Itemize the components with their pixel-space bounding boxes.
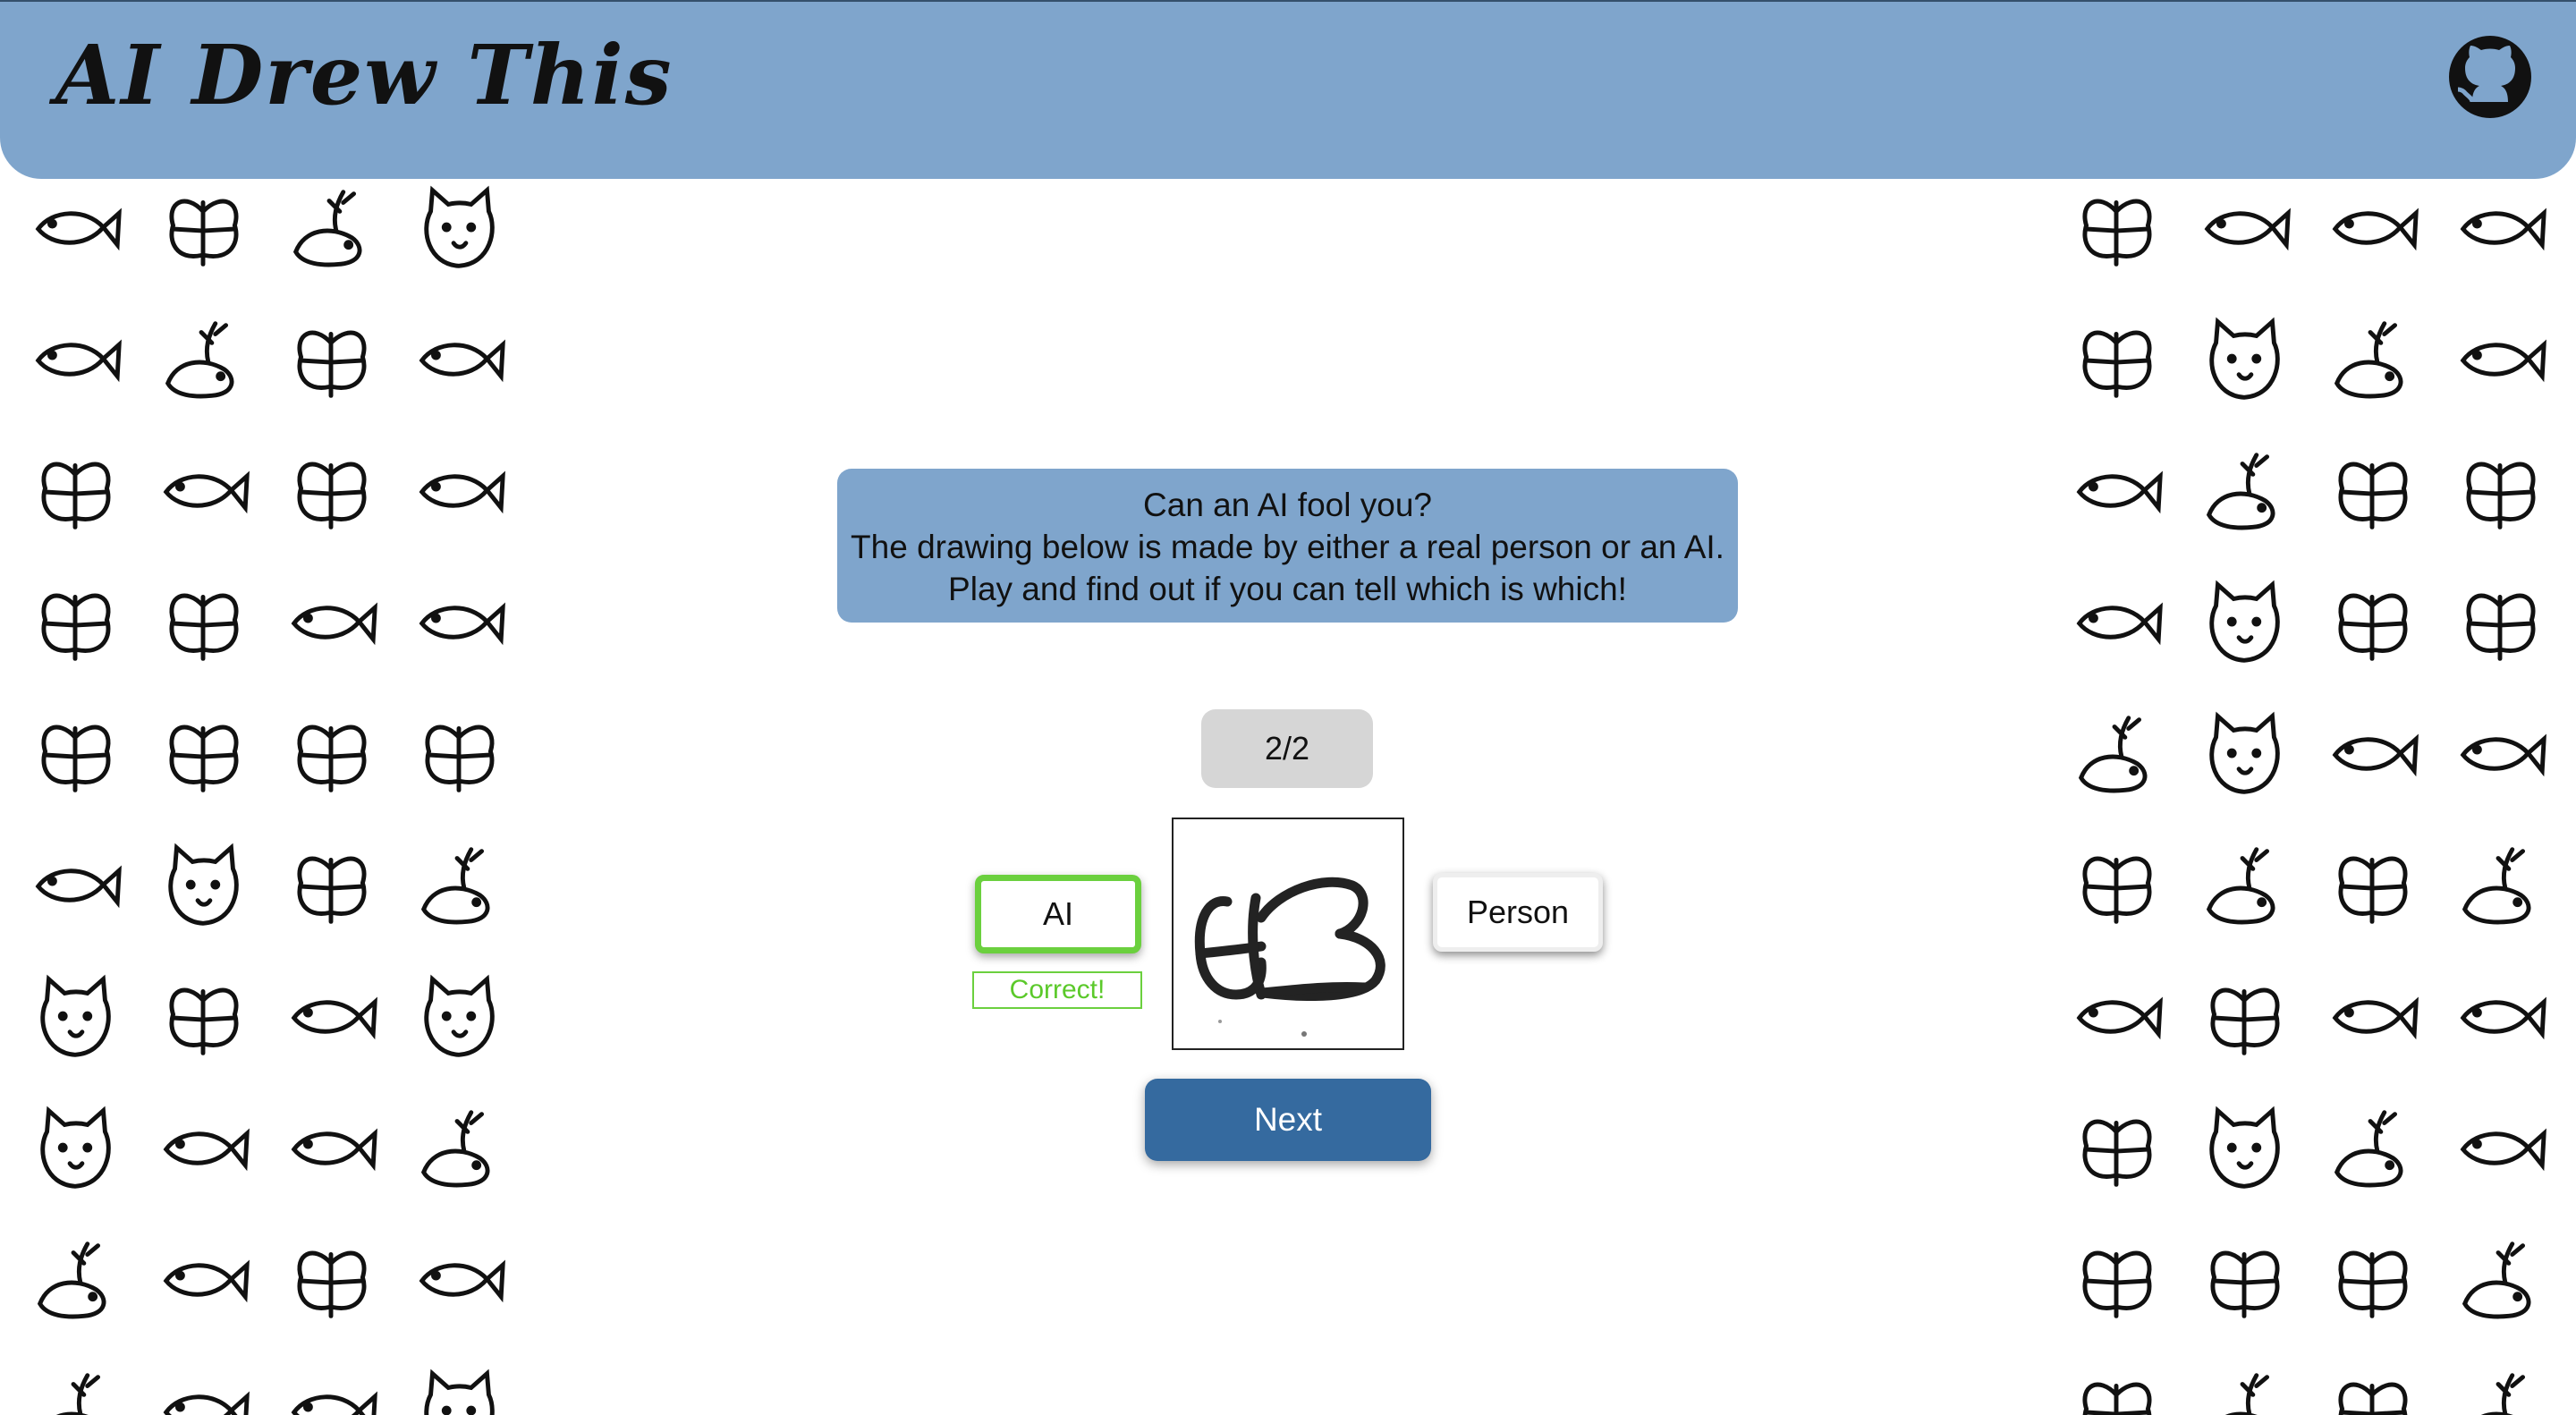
butterfly-doodle xyxy=(2063,1359,2170,1415)
intro-line: Can an AI fool you? xyxy=(1143,487,1432,523)
bird-doodle xyxy=(2063,701,2170,809)
butterfly-doodle xyxy=(21,438,129,546)
cat-doodle xyxy=(2190,307,2298,414)
bird-doodle xyxy=(2190,833,2298,940)
fish-doodle xyxy=(149,438,257,546)
fish-doodle xyxy=(277,1359,385,1415)
fish-doodle xyxy=(2446,1096,2554,1203)
cat-doodle xyxy=(2190,570,2298,677)
butterfly-doodle xyxy=(2063,307,2170,414)
butterfly-doodle xyxy=(2190,964,2298,1072)
fish-doodle xyxy=(2318,964,2426,1072)
cat-doodle xyxy=(405,1359,513,1415)
fish-doodle xyxy=(2063,964,2170,1072)
bird-doodle xyxy=(149,307,257,414)
app-title: AI Drew This xyxy=(55,27,674,123)
butterfly-doodle xyxy=(21,701,129,809)
fish-doodle xyxy=(277,1096,385,1203)
ai-button[interactable]: AI xyxy=(975,875,1141,953)
butterfly-doodle xyxy=(21,570,129,677)
fish-doodle xyxy=(149,1096,257,1203)
cat-doodle xyxy=(21,964,129,1072)
fish-doodle xyxy=(2446,964,2554,1072)
butterfly-doodle xyxy=(2063,175,2170,283)
cat-doodle xyxy=(149,833,257,940)
intro-line: The drawing below is made by either a re… xyxy=(851,529,1724,565)
butterfly-doodle xyxy=(277,1227,385,1335)
butterfly-doodle xyxy=(277,833,385,940)
next-button[interactable]: Next xyxy=(1145,1079,1431,1161)
butterfly-doodle xyxy=(2063,1096,2170,1203)
fish-doodle xyxy=(405,570,513,677)
cat-doodle xyxy=(2190,1096,2298,1203)
cat-doodle xyxy=(2190,701,2298,809)
fish-doodle xyxy=(21,307,129,414)
bird-doodle xyxy=(405,1096,513,1203)
app-header: AI Drew This xyxy=(0,0,2576,179)
butterfly-drawing xyxy=(1194,877,1385,1037)
fish-doodle xyxy=(405,438,513,546)
fish-doodle xyxy=(2446,307,2554,414)
fish-doodle xyxy=(149,1359,257,1415)
github-icon[interactable] xyxy=(2445,32,2535,122)
bird-doodle xyxy=(21,1359,129,1415)
fish-doodle xyxy=(2318,175,2426,283)
bird-doodle xyxy=(405,833,513,940)
fish-doodle xyxy=(21,833,129,940)
drawing-canvas xyxy=(1172,818,1404,1050)
fish-doodle xyxy=(277,570,385,677)
butterfly-doodle xyxy=(2063,833,2170,940)
butterfly-doodle xyxy=(277,307,385,414)
butterfly-doodle xyxy=(2063,1227,2170,1335)
fish-doodle xyxy=(2318,701,2426,809)
butterfly-doodle xyxy=(2318,1227,2426,1335)
fish-doodle xyxy=(2446,175,2554,283)
fish-doodle xyxy=(2190,175,2298,283)
bird-doodle xyxy=(2446,1359,2554,1415)
bird-doodle xyxy=(2446,1227,2554,1335)
doodle-column-left xyxy=(21,175,540,1415)
butterfly-doodle xyxy=(149,964,257,1072)
intro-panel: Can an AI fool you? The drawing below is… xyxy=(837,469,1738,623)
butterfly-doodle xyxy=(149,570,257,677)
person-button[interactable]: Person xyxy=(1433,873,1603,952)
butterfly-doodle xyxy=(2446,570,2554,677)
fish-doodle xyxy=(405,307,513,414)
butterfly-doodle xyxy=(149,701,257,809)
cat-doodle xyxy=(405,964,513,1072)
butterfly-doodle xyxy=(277,701,385,809)
round-counter: 2/2 xyxy=(1201,709,1373,788)
bird-doodle xyxy=(2190,438,2298,546)
fish-doodle xyxy=(149,1227,257,1335)
butterfly-doodle xyxy=(2318,438,2426,546)
bird-doodle xyxy=(2318,1096,2426,1203)
fish-doodle xyxy=(2063,570,2170,677)
butterfly-doodle xyxy=(149,175,257,283)
intro-line: Play and find out if you can tell which … xyxy=(948,571,1627,607)
butterfly-doodle xyxy=(405,701,513,809)
bird-doodle xyxy=(277,175,385,283)
fish-doodle xyxy=(21,175,129,283)
fish-doodle xyxy=(2063,438,2170,546)
fish-doodle xyxy=(405,1227,513,1335)
butterfly-doodle xyxy=(2446,438,2554,546)
cat-doodle xyxy=(405,175,513,283)
butterfly-doodle xyxy=(277,438,385,546)
fish-doodle xyxy=(277,964,385,1072)
butterfly-doodle xyxy=(2318,1359,2426,1415)
bird-doodle xyxy=(21,1227,129,1335)
fish-doodle xyxy=(2446,701,2554,809)
bird-doodle xyxy=(2446,833,2554,940)
bird-doodle xyxy=(2190,1359,2298,1415)
doodle-column-right xyxy=(2063,175,2576,1415)
cat-doodle xyxy=(21,1096,129,1203)
butterfly-doodle xyxy=(2190,1227,2298,1335)
result-badge: Correct! xyxy=(972,971,1142,1009)
butterfly-doodle xyxy=(2318,570,2426,677)
butterfly-doodle xyxy=(2318,833,2426,940)
bird-doodle xyxy=(2318,307,2426,414)
